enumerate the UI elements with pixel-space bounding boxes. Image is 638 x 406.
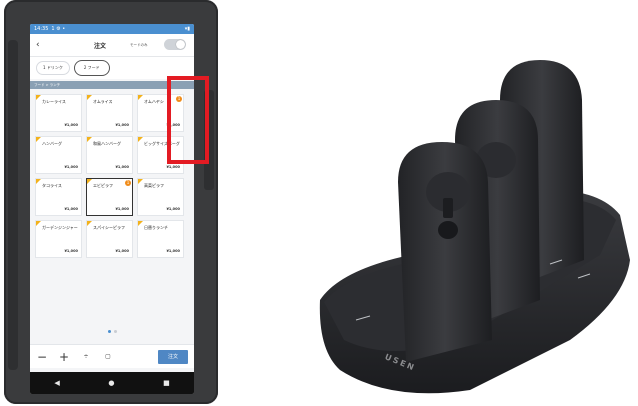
category-tag-corner <box>36 179 41 184</box>
menu-item-name: オムライス <box>93 99 113 104</box>
category-tag-corner <box>138 221 143 226</box>
menu-item-price: ¥1,000 <box>166 165 180 169</box>
menu-item-price: ¥1,000 <box>115 249 129 253</box>
menu-item-price: ¥1,000 <box>166 207 180 211</box>
order-button[interactable]: 注文 <box>158 349 188 364</box>
menu-item-price: ¥1,000 <box>166 249 180 253</box>
tab-drink[interactable]: 1 ドリンク <box>36 61 70 75</box>
highlight-annotation <box>167 76 209 164</box>
menu-item-price: ¥1,000 <box>115 165 129 169</box>
menu-item-price: ¥1,000 <box>64 249 78 253</box>
back-nav-icon[interactable]: ◀ <box>54 379 59 387</box>
menu-item-name: 日替りランチ <box>144 225 168 230</box>
status-bar: 14:35 1 ⚙ • ▾▮ <box>30 24 194 34</box>
android-nav-bar: ◀ ● ■ <box>30 372 194 394</box>
category-tag-corner <box>36 221 41 226</box>
plus-button[interactable]: + <box>58 350 70 364</box>
recent-nav-icon[interactable]: ■ <box>163 379 170 387</box>
menu-item-name: スパイシーピラフ <box>93 225 125 230</box>
menu-item-name: カレーライス <box>42 99 66 104</box>
menu-item-card[interactable]: ハンバーグ ¥1,000 <box>35 136 82 174</box>
chevron-left-icon[interactable]: ‹ <box>36 40 48 50</box>
tab-food[interactable]: 2 フード <box>73 60 110 76</box>
clear-icon[interactable]: ▢ <box>102 353 114 360</box>
split-icon[interactable]: ÷ <box>80 353 92 360</box>
menu-item-price: ¥1,000 <box>115 207 129 211</box>
category-tag-corner <box>138 95 143 100</box>
minus-button[interactable]: − <box>36 350 48 364</box>
category-tag-corner <box>138 179 143 184</box>
menu-item-price: ¥1,000 <box>64 123 78 127</box>
menu-item-card[interactable]: タコライス ¥1,000 <box>35 178 82 216</box>
quantity-badge: 1 <box>125 180 131 186</box>
menu-item-name: 高菜ピラフ <box>144 183 164 188</box>
menu-item-card[interactable]: 日替りランチ ¥1,000 <box>137 220 184 258</box>
page-dot[interactable] <box>107 330 111 333</box>
page-title: 注文 <box>94 42 107 50</box>
home-nav-icon[interactable]: ● <box>108 379 114 387</box>
app-header: ‹ 注文 モードのみ <box>30 34 194 57</box>
status-right-icons: ▾▮ <box>184 26 190 32</box>
device-bumper-left <box>8 40 18 370</box>
handheld-terminal: 14:35 1 ⚙ • ▾▮ ‹ 注文 モードのみ 1 ドリンク 2 フード フ… <box>4 0 218 404</box>
category-tag-corner <box>36 95 41 100</box>
paddle-front-slot <box>443 198 453 218</box>
status-time: 14:35 <box>34 26 49 32</box>
category-tag-corner <box>87 137 92 142</box>
mode-label: モードのみ <box>130 42 148 47</box>
toggle-knob <box>176 40 185 49</box>
category-tag-corner <box>87 221 92 226</box>
menu-item-name: 和風ハンバーグ <box>93 141 121 146</box>
menu-item-price: ¥1,000 <box>115 123 129 127</box>
page-indicator <box>30 330 194 333</box>
paddle-front-connector <box>438 221 458 239</box>
category-tag-corner <box>87 95 92 100</box>
menu-item-card[interactable]: エビピラフ ¥1,000 1 <box>86 178 133 216</box>
menu-item-card[interactable]: カレーライス ¥1,000 <box>35 94 82 132</box>
menu-item-card[interactable]: スパイシーピラフ ¥1,000 <box>86 220 133 258</box>
menu-item-card[interactable]: オムライス ¥1,000 <box>86 94 133 132</box>
menu-item-name: ガーデンジンジャー <box>42 225 78 230</box>
menu-item-price: ¥1,000 <box>64 207 78 211</box>
page-dot[interactable] <box>113 330 117 333</box>
charging-cradle-photo <box>319 60 630 394</box>
menu-item-price: ¥1,000 <box>64 165 78 169</box>
category-tag-corner <box>87 179 92 184</box>
menu-item-name: タコライス <box>42 183 62 188</box>
status-icons: 1 ⚙ • <box>51 26 66 32</box>
menu-item-card[interactable]: 高菜ピラフ ¥1,000 <box>137 178 184 216</box>
category-tag-corner <box>36 137 41 142</box>
menu-item-card[interactable]: 和風ハンバーグ ¥1,000 <box>86 136 133 174</box>
action-bar: − + ÷ ▢ 注文 <box>30 344 194 368</box>
menu-item-name: ハンバーグ <box>42 141 62 146</box>
menu-item-card[interactable]: ガーデンジンジャー ¥1,000 <box>35 220 82 258</box>
mode-toggle[interactable] <box>164 39 186 50</box>
category-tag-corner <box>138 137 143 142</box>
